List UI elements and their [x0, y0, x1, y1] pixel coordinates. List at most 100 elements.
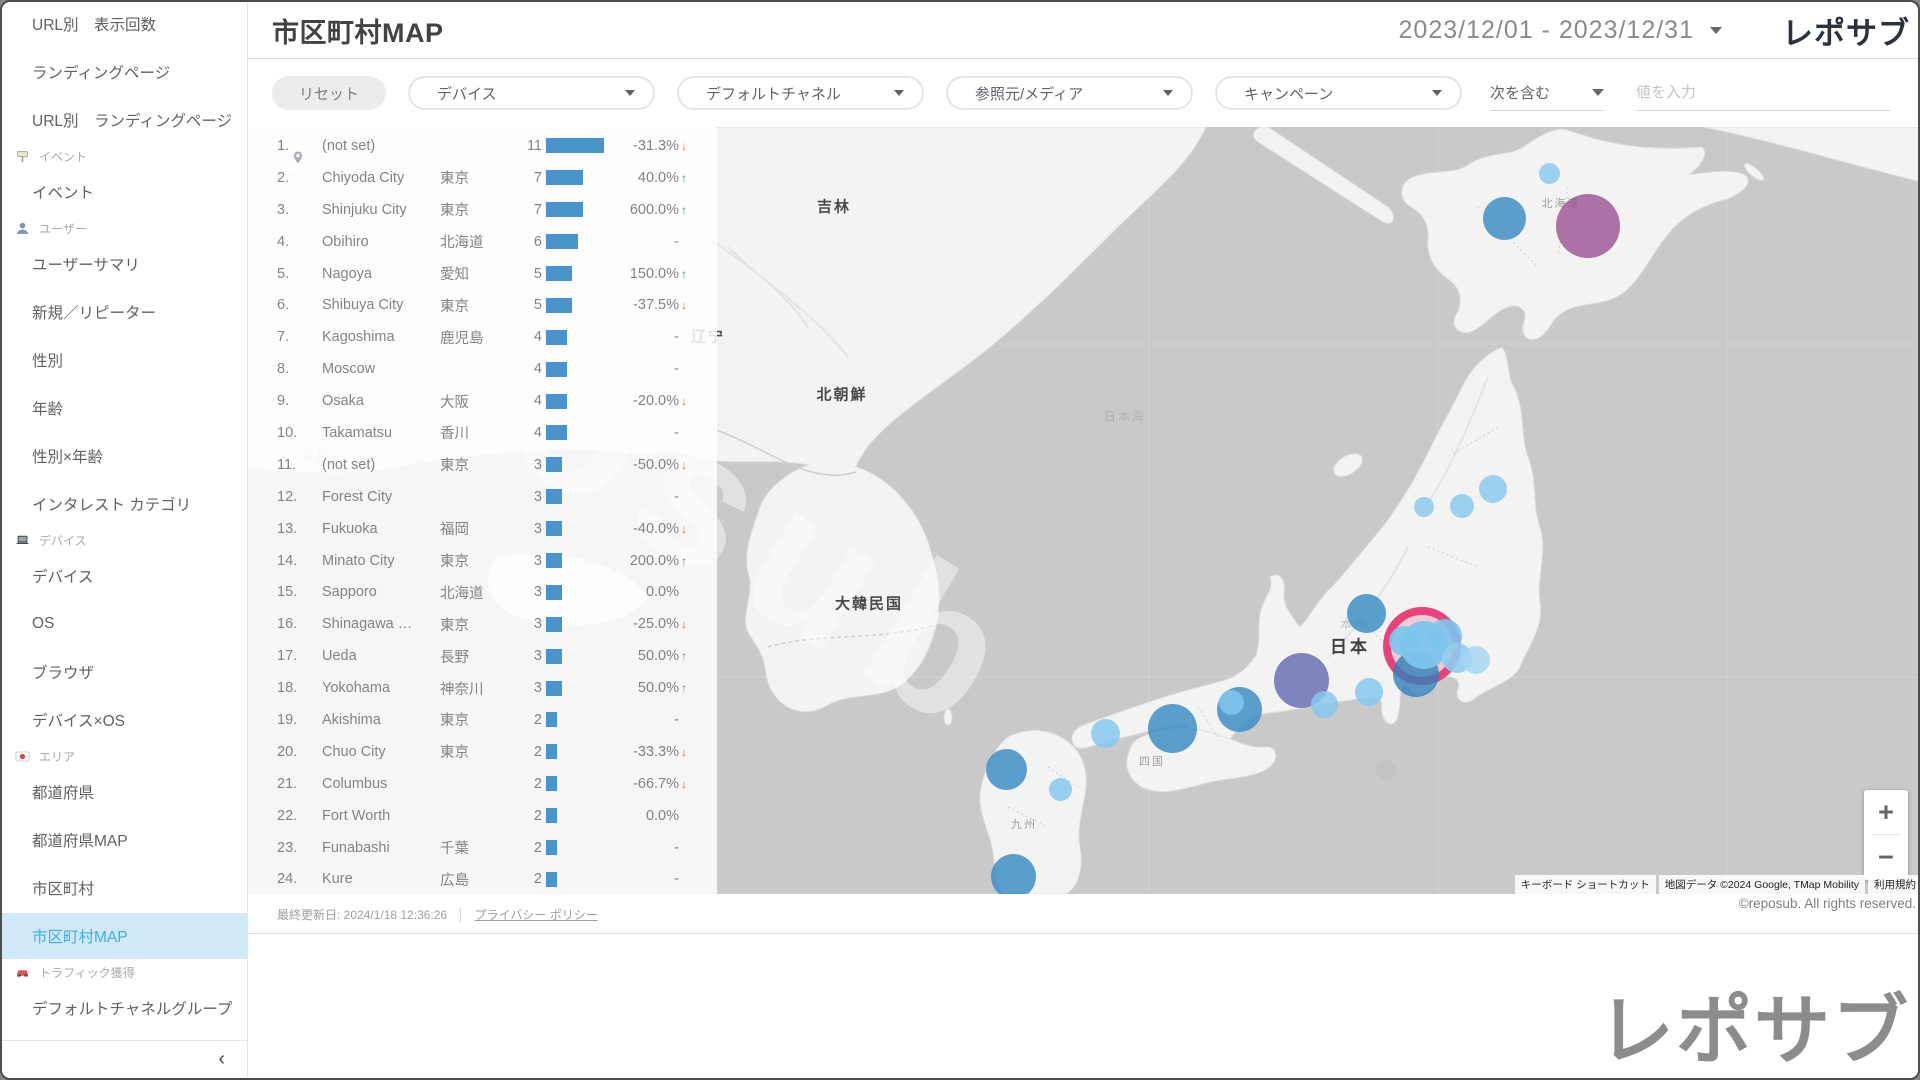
map-bubble[interactable]	[1389, 626, 1419, 656]
table-row[interactable]: 9.Osaka大阪4-20.0%↓	[248, 385, 717, 417]
report-page: URL別 表示回数ランディングページURL別 ランディングページイベントイベント…	[0, 0, 1920, 1080]
map-bubble[interactable]	[1049, 778, 1072, 801]
sidebar-item-15[interactable]: ブラウザ	[2, 658, 247, 686]
sidebar-item-2[interactable]: URL別 ランディングページ	[2, 106, 247, 134]
privacy-policy-link[interactable]: プライバシー ポリシー	[475, 908, 598, 922]
map-bubble[interactable]	[1311, 691, 1338, 718]
table-row[interactable]: 10.Takamatsu香川4-	[248, 417, 717, 449]
sidebar-item-7[interactable]: 新規／リピーター	[2, 298, 247, 326]
sidebar-item-0[interactable]: URL別 表示回数	[2, 10, 247, 38]
table-row[interactable]: 18.Yokohama神奈川350.0%↑	[248, 672, 717, 704]
table-row[interactable]: 2.Chiyoda City東京740.0%↑	[248, 162, 717, 194]
sidebar-item-16[interactable]: デバイス×OS	[2, 706, 247, 734]
sidebar-item-21[interactable]: 市区町村MAP	[2, 913, 247, 959]
value-cell: 2	[472, 744, 542, 760]
geo-map[interactable]: reposub 吉林辽宁北朝鮮大韓民国日本本州日本海北海道四国九州河北山东江苏 …	[248, 127, 1920, 894]
under-map-strip: 最終更新日: 2024/1/18 12:36:26│プライバシー ポリシー ©r…	[248, 894, 1920, 934]
city-cell: Sapporo	[322, 584, 440, 600]
table-row[interactable]: 5.Nagoya愛知5150.0%↑	[248, 258, 717, 290]
sidebar: URL別 表示回数ランディングページURL別 ランディングページイベントイベント…	[2, 2, 248, 1078]
value-cell: 3	[472, 584, 542, 600]
map-bubble[interactable]	[1091, 719, 1120, 748]
terms-link[interactable]: 利用規約	[1868, 875, 1920, 894]
rank-cell: 11.	[277, 457, 313, 473]
sidebar-item-19[interactable]: 都道府県MAP	[2, 826, 247, 854]
sidebar-item-14[interactable]: OS	[2, 610, 247, 638]
sidebar-section-12: デバイス	[2, 526, 247, 554]
map-bubble[interactable]	[986, 749, 1027, 790]
filter-default-channel[interactable]: デフォルトチャネル	[677, 76, 924, 110]
table-row[interactable]: 4.Obihiro北海道6-	[248, 226, 717, 258]
map-bubble[interactable]	[991, 854, 1036, 895]
table-row[interactable]: 12.Forest City3-	[248, 481, 717, 513]
table-row[interactable]: 13.Fukuoka福岡3-40.0%↓	[248, 513, 717, 545]
filter-source-medium[interactable]: 参照元/メディア	[946, 76, 1193, 110]
map-bubble[interactable]	[1462, 646, 1490, 674]
keyboard-shortcuts-link[interactable]: キーボード ショートカット	[1515, 875, 1656, 894]
map-bubble[interactable]	[1376, 760, 1396, 780]
map-bubble[interactable]	[1347, 594, 1386, 633]
table-row[interactable]: 8.Moscow4-	[248, 353, 717, 385]
sidebar-item-20[interactable]: 市区町村	[2, 874, 247, 902]
sidebar-item-8[interactable]: 性別	[2, 346, 247, 374]
map-bubble[interactable]	[1539, 163, 1560, 184]
delta-cell: -40.0%	[539, 521, 679, 537]
sidebar-item-13[interactable]: デバイス	[2, 562, 247, 590]
map-bubble[interactable]	[1355, 678, 1383, 706]
zoom-out-button[interactable]: −	[1864, 835, 1908, 879]
delta-cell: -	[539, 425, 679, 441]
filter-campaign[interactable]: キャンペーン	[1215, 76, 1462, 110]
trend-down-icon: ↓	[681, 458, 687, 472]
map-bubble[interactable]	[1148, 704, 1197, 753]
table-row[interactable]: 21.Columbus2-66.7%↓	[248, 768, 717, 800]
table-row[interactable]: 15.Sapporo北海道30.0%	[248, 576, 717, 608]
sidebar-collapse-icon[interactable]: ‹	[218, 1048, 225, 1071]
sidebar-item-label: デバイス×OS	[32, 709, 125, 731]
table-row[interactable]: 19.Akishima東京2-	[248, 704, 717, 736]
sidebar-item-11[interactable]: インタレスト カテゴリ	[2, 490, 247, 518]
rank-cell: 3.	[277, 202, 313, 218]
filter-value-input[interactable]	[1636, 75, 1890, 111]
map-bubble[interactable]	[1414, 497, 1434, 517]
sidebar-item-23[interactable]: デフォルトチャネルグループ	[2, 994, 247, 1022]
table-row[interactable]: 11.(not set)東京3-50.0%↓	[248, 449, 717, 481]
map-bubble[interactable]	[1556, 194, 1620, 258]
map-bubble[interactable]	[1219, 690, 1244, 715]
table-row[interactable]: 22.Fort Worth20.0%	[248, 800, 717, 832]
sidebar-item-label: 性別	[32, 349, 63, 371]
rank-cell: 6.	[277, 297, 313, 313]
table-row[interactable]: 17.Ueda長野350.0%↑	[248, 640, 717, 672]
sidebar-item-label: ブラウザ	[32, 661, 94, 683]
city-cell: Chiyoda City	[322, 170, 440, 186]
date-range-picker[interactable]: 2023/12/01 - 2023/12/31	[1399, 16, 1722, 45]
table-row[interactable]: 24.Kure広島2-	[248, 863, 717, 894]
table-row[interactable]: 6.Shibuya City東京5-37.5%↓	[248, 289, 717, 321]
sidebar-item-6[interactable]: ユーザーサマリ	[2, 250, 247, 278]
table-row[interactable]: 1.(not set)11-31.3%↓	[248, 130, 717, 162]
map-bubble[interactable]	[1479, 475, 1507, 503]
rank-cell: 20.	[277, 744, 313, 760]
map-bubble[interactable]	[1483, 197, 1526, 240]
reset-button[interactable]: リセット	[272, 76, 386, 110]
trend-up-icon: ↑	[681, 171, 687, 185]
sidebar-item-10[interactable]: 性別×年齢	[2, 442, 247, 470]
sidebar-item-label: 新規／リピーター	[32, 301, 156, 323]
table-row[interactable]: 7.Kagoshima鹿児島4-	[248, 321, 717, 353]
value-cell: 3	[472, 521, 542, 537]
condition-select[interactable]: 次を含む	[1490, 75, 1604, 111]
sidebar-item-1[interactable]: ランディングページ	[2, 58, 247, 86]
table-row[interactable]: 3.Shinjuku City東京7600.0%↑	[248, 194, 717, 226]
zoom-in-button[interactable]: +	[1864, 790, 1908, 834]
sidebar-section-label: エリア	[39, 748, 75, 765]
map-bubble[interactable]	[1450, 494, 1474, 518]
table-row[interactable]: 14.Minato City東京3200.0%↑	[248, 545, 717, 577]
table-row[interactable]: 23.Funabashi千葉2-	[248, 832, 717, 864]
value-cell: 4	[472, 425, 542, 441]
sidebar-item-4[interactable]: イベント	[2, 178, 247, 206]
city-cell: Minato City	[322, 553, 440, 569]
table-row[interactable]: 20.Chuo City東京2-33.3%↓	[248, 736, 717, 768]
sidebar-item-9[interactable]: 年齢	[2, 394, 247, 422]
filter-device[interactable]: デバイス	[408, 76, 655, 110]
table-row[interactable]: 16.Shinagawa …東京3-25.0%↓	[248, 608, 717, 640]
sidebar-item-18[interactable]: 都道府県	[2, 778, 247, 806]
